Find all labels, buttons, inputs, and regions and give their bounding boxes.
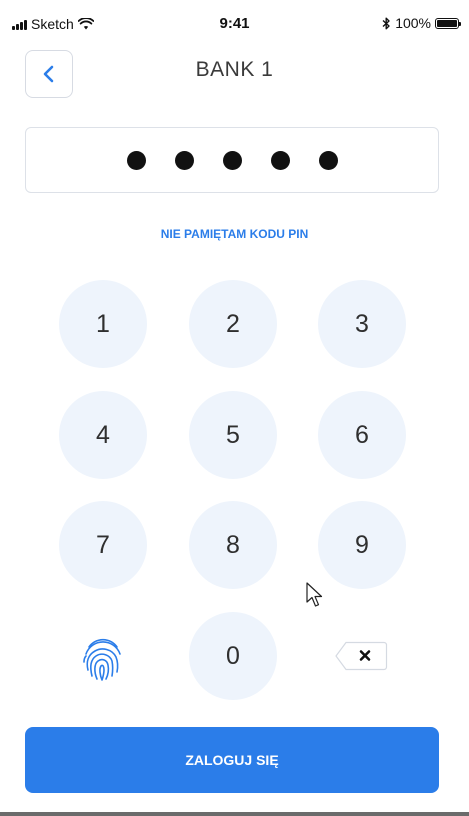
key-1[interactable]: 1 [59, 280, 147, 368]
status-right: 100% [382, 15, 461, 31]
key-label: 1 [96, 309, 110, 338]
delete-button[interactable] [334, 641, 388, 671]
key-label: 9 [355, 530, 369, 559]
pin-dot [318, 150, 338, 170]
pin-input[interactable] [25, 127, 439, 193]
key-8[interactable]: 8 [189, 501, 277, 589]
login-button[interactable]: ZALOGUJ SIĘ [25, 727, 439, 793]
key-label: 7 [96, 530, 110, 559]
key-label: 0 [226, 641, 240, 670]
key-label: 5 [226, 420, 240, 449]
key-label: 3 [355, 309, 369, 338]
fingerprint-button[interactable] [79, 636, 127, 684]
key-label: 2 [226, 309, 240, 338]
key-5[interactable]: 5 [189, 391, 277, 479]
status-bar: Sketch 9:41 100% [0, 0, 469, 44]
fingerprint-icon [83, 638, 121, 681]
key-7[interactable]: 7 [59, 501, 147, 589]
pin-dot [126, 150, 146, 170]
pin-dot [174, 150, 194, 170]
forgot-pin-link[interactable]: NIE PAMIĘTAM KODU PIN [0, 227, 469, 241]
battery-icon [435, 17, 461, 29]
bottom-divider [0, 812, 469, 816]
key-6[interactable]: 6 [318, 391, 406, 479]
backspace-icon [335, 641, 388, 671]
key-2[interactable]: 2 [189, 280, 277, 368]
key-3[interactable]: 3 [318, 280, 406, 368]
key-label: 8 [226, 530, 240, 559]
page-title: BANK 1 [195, 58, 274, 81]
key-label: 6 [355, 420, 369, 449]
bluetooth-icon [382, 17, 390, 29]
key-label: 4 [96, 420, 110, 449]
key-4[interactable]: 4 [59, 391, 147, 479]
mouse-cursor-icon [306, 582, 323, 607]
battery-percent: 100% [395, 15, 431, 31]
key-9[interactable]: 9 [318, 501, 406, 589]
pin-dot [222, 150, 242, 170]
login-button-label: ZALOGUJ SIĘ [185, 752, 279, 768]
key-0[interactable]: 0 [189, 612, 277, 700]
pin-dot [270, 150, 290, 170]
